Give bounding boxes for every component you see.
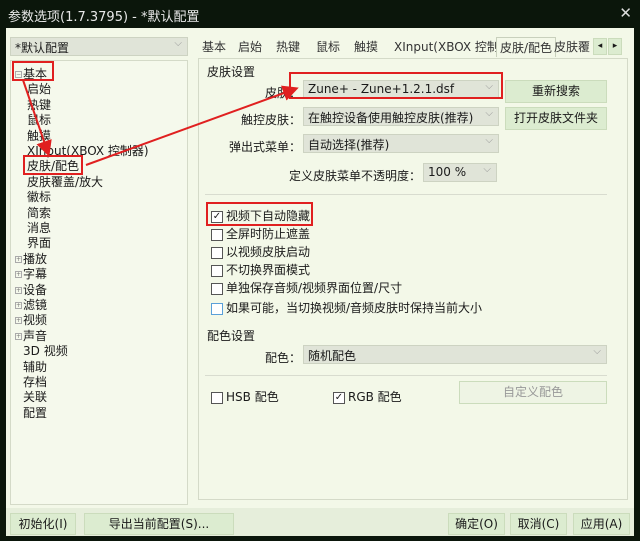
annotation-arrow [85,85,299,166]
annotation-overlay [12,61,503,226]
annotation-box-skin-color [23,155,83,175]
annotation-box-auto-hide [206,202,313,226]
annotation-box-basic [12,61,54,81]
annotation-arrow [22,79,52,157]
annotation-box-skin-select [289,72,503,99]
